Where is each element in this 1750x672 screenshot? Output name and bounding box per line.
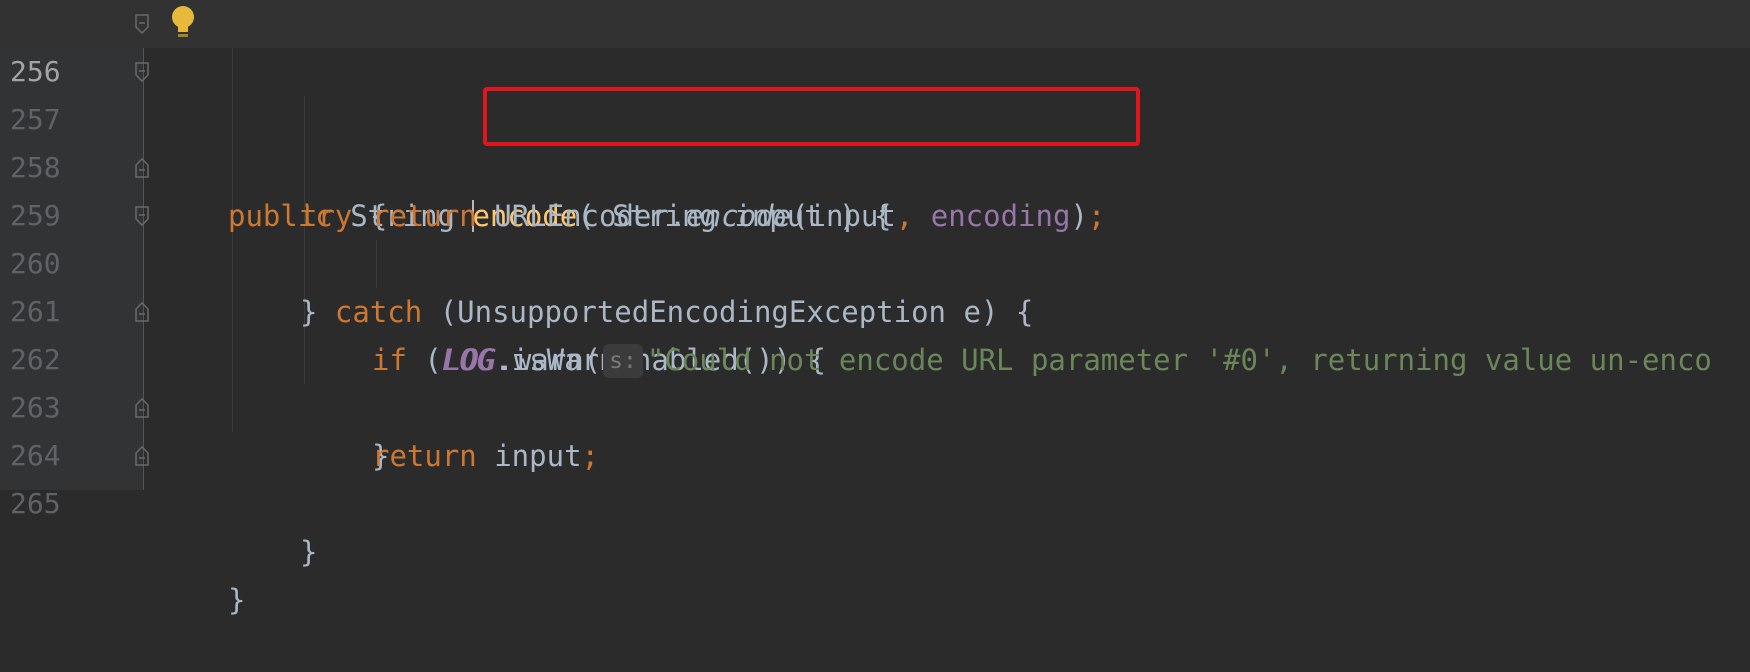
code-editor[interactable]: 256 public String encode( String input )… xyxy=(0,0,1750,617)
code-line[interactable]: 259 } catch (UnsupportedEncodingExceptio… xyxy=(0,144,1750,329)
code-line[interactable]: 264 } xyxy=(0,384,1750,569)
code-line[interactable]: 261 LOG.warn(s: "Could not encode URL par… xyxy=(0,240,1750,378)
code-line[interactable]: 260 if (LOG.isWarnEnabled()) { xyxy=(0,192,1750,377)
fold-marker-icon[interactable] xyxy=(134,302,150,322)
code-line[interactable]: 256 public String encode( String input )… xyxy=(0,0,1750,233)
fold-marker-icon[interactable] xyxy=(134,206,150,226)
fold-marker-icon[interactable] xyxy=(134,446,150,466)
fold-marker-icon[interactable] xyxy=(134,14,150,34)
code-line[interactable]: 265 } xyxy=(0,432,1750,617)
lightbulb-icon[interactable] xyxy=(170,4,196,44)
highlight-annotation-box xyxy=(483,87,1140,146)
code-text: } xyxy=(228,583,246,617)
fold-marker-icon[interactable] xyxy=(134,62,150,82)
code-text: } xyxy=(300,535,318,569)
line-number: 265 xyxy=(10,487,61,520)
code-line[interactable]: 263 return input; xyxy=(0,336,1750,473)
fold-marker-icon[interactable] xyxy=(134,398,150,418)
fold-marker-icon[interactable] xyxy=(134,158,150,178)
code-line[interactable]: 262 } xyxy=(0,288,1750,473)
